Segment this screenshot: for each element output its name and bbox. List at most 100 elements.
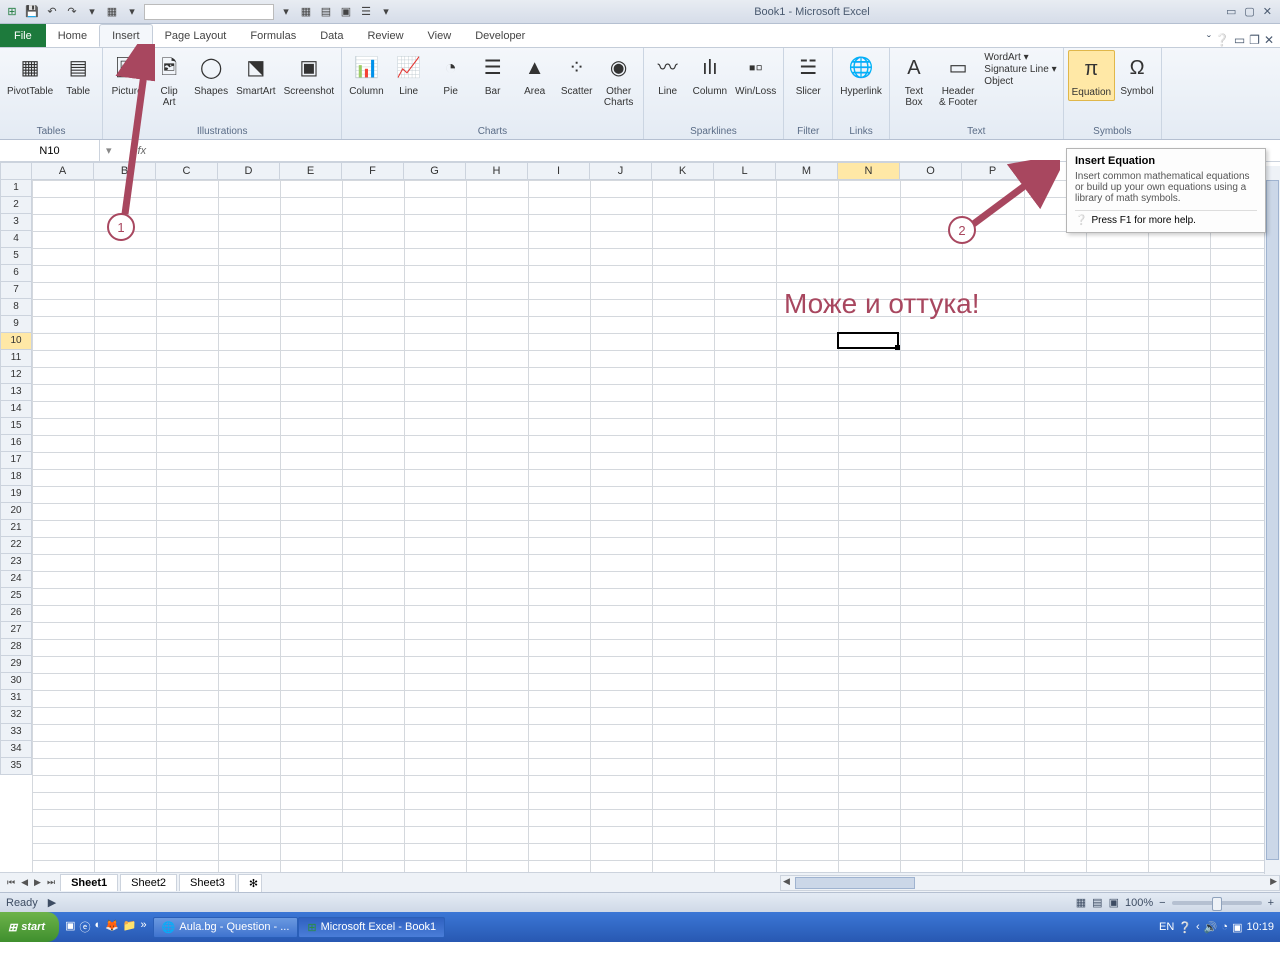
- row-header[interactable]: 33: [0, 724, 32, 741]
- row-header[interactable]: 15: [0, 418, 32, 435]
- row-header[interactable]: 32: [0, 707, 32, 724]
- column-header[interactable]: K: [652, 162, 714, 180]
- worksheet[interactable]: ABCDEFGHIJKLMNOP 12345678910111213141516…: [0, 162, 1280, 872]
- row-header[interactable]: 18: [0, 469, 32, 486]
- ribbon-stack-item[interactable]: Signature Line ▾: [984, 64, 1056, 75]
- zoom-out-icon[interactable]: −: [1159, 897, 1165, 909]
- tab-page-layout[interactable]: Page Layout: [153, 24, 239, 47]
- row-header[interactable]: 11: [0, 350, 32, 367]
- sheet-nav-next-icon[interactable]: ▶: [31, 877, 44, 888]
- row-header[interactable]: 8: [0, 299, 32, 316]
- column-header[interactable]: C: [156, 162, 218, 180]
- select-all-corner[interactable]: [0, 162, 32, 180]
- header-&-footer-button[interactable]: ▭Header & Footer: [936, 50, 980, 110]
- row-header[interactable]: 26: [0, 605, 32, 622]
- screenshot-button[interactable]: ▣Screenshot: [281, 50, 338, 99]
- area-button[interactable]: ▲Area: [515, 50, 555, 99]
- tab-review[interactable]: Review: [355, 24, 415, 47]
- minimize-ribbon-icon[interactable]: ˇ: [1207, 33, 1211, 47]
- window-minimize-icon[interactable]: ▭: [1234, 33, 1245, 47]
- tray-icon[interactable]: 🔊: [1204, 921, 1218, 934]
- row-header[interactable]: 30: [0, 673, 32, 690]
- row-header[interactable]: 7: [0, 282, 32, 299]
- macro-icon[interactable]: ▶: [48, 896, 56, 909]
- row-header[interactable]: 27: [0, 622, 32, 639]
- row-header[interactable]: 19: [0, 486, 32, 503]
- pie-button[interactable]: ◔Pie: [431, 50, 471, 99]
- qat-combo[interactable]: [144, 4, 274, 20]
- row-header[interactable]: 29: [0, 656, 32, 673]
- hyperlink-button[interactable]: 🌐Hyperlink: [837, 50, 885, 99]
- row-header[interactable]: 21: [0, 520, 32, 537]
- tray-clock[interactable]: 10:19: [1246, 921, 1274, 933]
- name-box[interactable]: N10: [0, 140, 100, 161]
- row-header[interactable]: 35: [0, 758, 32, 775]
- row-header[interactable]: 10: [0, 333, 32, 350]
- save-icon[interactable]: 💾: [24, 4, 40, 20]
- ribbon-stack-item[interactable]: WordArt ▾: [984, 52, 1056, 63]
- view-pagebreak-icon[interactable]: ▣: [1109, 896, 1119, 909]
- column-header[interactable]: D: [218, 162, 280, 180]
- other-charts-button[interactable]: ◉Other Charts: [599, 50, 639, 110]
- tray-icon[interactable]: ❔: [1178, 921, 1192, 934]
- row-header[interactable]: 22: [0, 537, 32, 554]
- qat-icon[interactable]: ▦: [298, 4, 314, 20]
- slicer-button[interactable]: ☱Slicer: [788, 50, 828, 99]
- tab-formulas[interactable]: Formulas: [238, 24, 308, 47]
- line-button[interactable]: 〰Line: [648, 50, 688, 99]
- row-header[interactable]: 34: [0, 741, 32, 758]
- help-icon[interactable]: ❔: [1215, 33, 1230, 47]
- row-header[interactable]: 14: [0, 401, 32, 418]
- smartart-button[interactable]: ⬔SmartArt: [233, 50, 278, 99]
- tray-icon[interactable]: ▣: [1232, 921, 1242, 934]
- column-header[interactable]: E: [280, 162, 342, 180]
- close-icon[interactable]: ✕: [1263, 5, 1272, 18]
- column-header[interactable]: I: [528, 162, 590, 180]
- tab-developer[interactable]: Developer: [463, 24, 537, 47]
- clip-art-button[interactable]: 🖻Clip Art: [149, 50, 189, 110]
- vertical-scrollbar[interactable]: [1264, 166, 1280, 874]
- qat-icon[interactable]: ☰: [358, 4, 374, 20]
- column-button[interactable]: ılıColumn: [690, 50, 730, 99]
- symbol-button[interactable]: ΩSymbol: [1117, 50, 1157, 99]
- shapes-button[interactable]: ◯Shapes: [191, 50, 231, 99]
- tab-view[interactable]: View: [416, 24, 464, 47]
- qat-icon[interactable]: ▦: [104, 4, 120, 20]
- row-header[interactable]: 6: [0, 265, 32, 282]
- quicklaunch-icon[interactable]: ◐: [94, 919, 101, 935]
- column-header[interactable]: H: [466, 162, 528, 180]
- pivottable-button[interactable]: ▦PivotTable: [4, 50, 56, 99]
- minimize-icon[interactable]: ▭: [1226, 5, 1236, 18]
- column-header[interactable]: J: [590, 162, 652, 180]
- view-normal-icon[interactable]: ▦: [1076, 896, 1086, 909]
- qat-dropdown-icon[interactable]: ▾: [124, 4, 140, 20]
- row-header[interactable]: 4: [0, 231, 32, 248]
- table-button[interactable]: ▤Table: [58, 50, 98, 99]
- row-header[interactable]: 28: [0, 639, 32, 656]
- window-restore-icon[interactable]: ❐: [1249, 33, 1260, 47]
- sheet-nav-last-icon[interactable]: ⏭: [44, 877, 58, 888]
- sheet-nav-first-icon[interactable]: ⏮: [4, 877, 18, 888]
- win/loss-button[interactable]: ▪▫Win/Loss: [732, 50, 779, 99]
- row-header[interactable]: 25: [0, 588, 32, 605]
- start-button[interactable]: ⊞ start: [0, 912, 59, 942]
- column-header[interactable]: M: [776, 162, 838, 180]
- taskbar-button[interactable]: 🌐Aula.bg - Question - ...: [153, 917, 299, 938]
- tab-data[interactable]: Data: [308, 24, 355, 47]
- line-button[interactable]: 📈Line: [389, 50, 429, 99]
- row-header[interactable]: 24: [0, 571, 32, 588]
- qat-icon[interactable]: ▤: [318, 4, 334, 20]
- qat-icon[interactable]: ▾: [84, 4, 100, 20]
- column-header[interactable]: O: [900, 162, 962, 180]
- sheet-tab[interactable]: Sheet2: [120, 874, 177, 891]
- row-header[interactable]: 12: [0, 367, 32, 384]
- column-header[interactable]: A: [32, 162, 94, 180]
- ribbon-stack-item[interactable]: Object: [984, 76, 1056, 87]
- redo-icon[interactable]: ↷: [64, 4, 80, 20]
- tray-icon[interactable]: EN: [1159, 921, 1174, 933]
- row-header[interactable]: 2: [0, 197, 32, 214]
- view-layout-icon[interactable]: ▤: [1092, 896, 1102, 909]
- quicklaunch-icon[interactable]: 🦊: [105, 919, 119, 935]
- new-sheet-button[interactable]: ✻: [238, 874, 262, 892]
- row-header[interactable]: 23: [0, 554, 32, 571]
